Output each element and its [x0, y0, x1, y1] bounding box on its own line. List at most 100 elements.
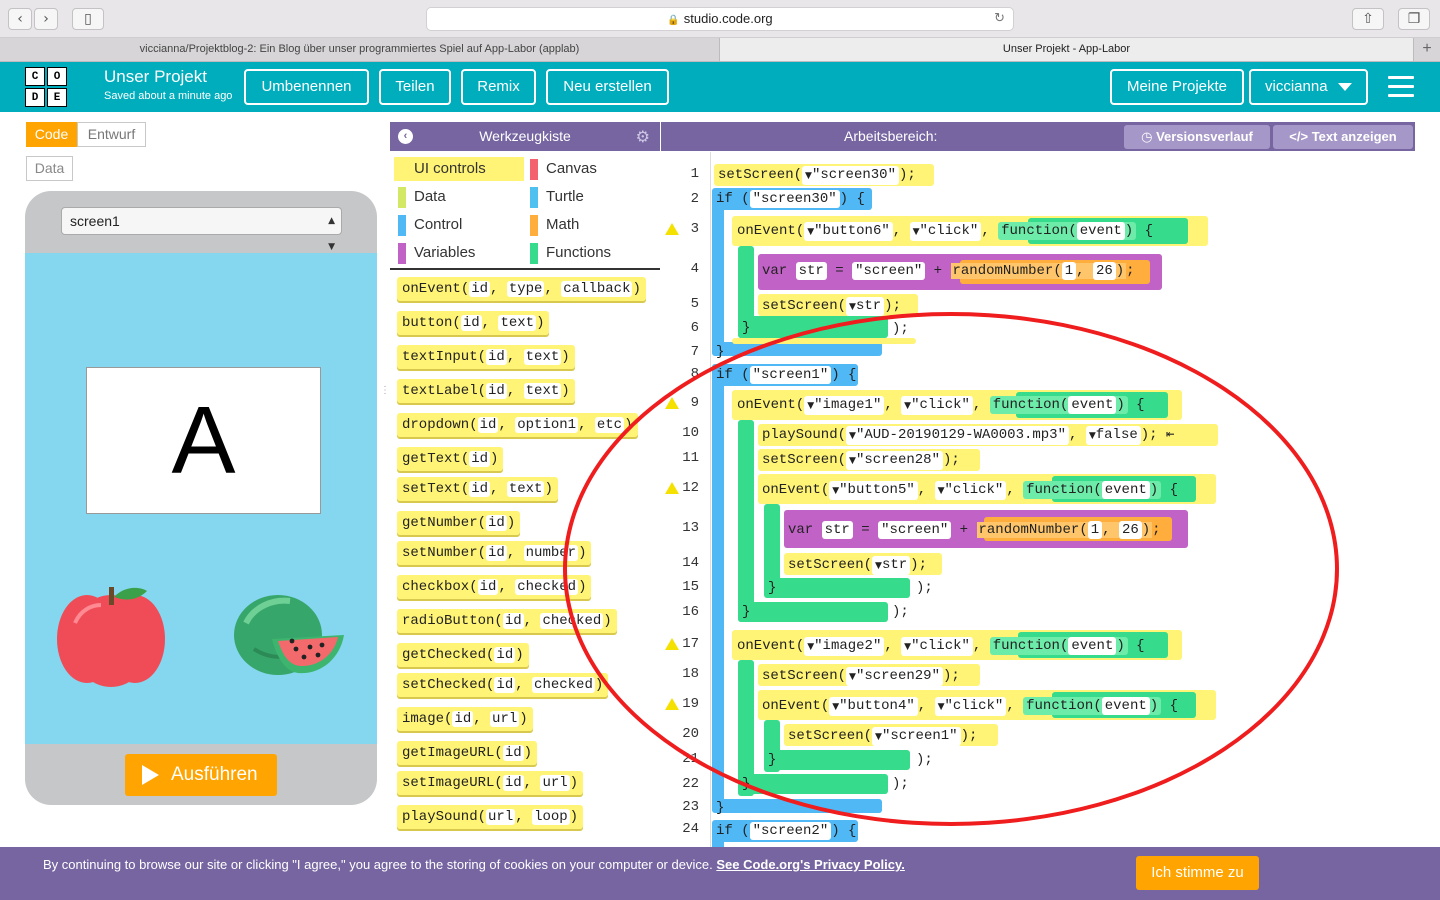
show-text-button[interactable]: </> Text anzeigen: [1273, 125, 1413, 149]
code-token: str: [855, 298, 882, 314]
if-block-body: [712, 192, 724, 350]
toolbox-block[interactable]: getImageURL(id): [397, 741, 538, 765]
line-number: 22: [682, 776, 699, 792]
line-number: 14: [682, 555, 699, 571]
block-argument: id: [486, 383, 507, 399]
warning-icon[interactable]: [665, 223, 679, 235]
toolbox-block[interactable]: dropdown(id, option1, etc): [397, 413, 638, 437]
toolbox-block[interactable]: setNumber(id, number): [397, 541, 592, 565]
agree-button[interactable]: Ich stimme zu: [1136, 856, 1259, 890]
category-math[interactable]: Math: [526, 213, 656, 237]
toolbox-block[interactable]: setChecked(id, checked): [397, 673, 609, 697]
category-label: Functions: [546, 244, 612, 261]
toolbox-block[interactable]: button(id, text): [397, 311, 550, 335]
block-argument: id: [486, 545, 507, 561]
code-token: event: [1068, 637, 1117, 655]
collapse-toolbox-icon[interactable]: ‹: [398, 129, 413, 144]
toolbox-block[interactable]: setImageURL(id, url): [397, 771, 584, 795]
hamburger-menu-icon[interactable]: [1388, 76, 1414, 103]
share-icon[interactable]: ⇧: [1352, 8, 1384, 30]
warning-icon[interactable]: [665, 397, 679, 409]
letter-label[interactable]: A: [86, 367, 321, 514]
browser-tab-blog[interactable]: viccianna/Projektblog-2: Ein Blog über u…: [0, 38, 720, 61]
warning-icon[interactable]: [665, 698, 679, 710]
function-block-footer: [738, 774, 888, 794]
line-number: 23: [682, 799, 699, 815]
code-token: str: [881, 557, 908, 573]
code-mode-toggle[interactable]: Code: [26, 122, 77, 147]
toolbox-block[interactable]: onEvent(id, type, callback): [397, 277, 646, 301]
back-icon[interactable]: ‹: [8, 8, 32, 30]
warning-icon[interactable]: [665, 638, 679, 650]
share-button[interactable]: Teilen: [379, 69, 451, 105]
toolbox-block[interactable]: checkbox(id, checked): [397, 575, 592, 599]
toolbox-block[interactable]: textLabel(id, text): [397, 379, 575, 403]
block-function-name: setText: [402, 481, 461, 497]
data-button[interactable]: Data: [26, 156, 73, 181]
version-history-button[interactable]: ◷ Versionsverlauf: [1124, 125, 1270, 149]
url-text: studio.code.org: [683, 11, 773, 26]
function-block-footer: [764, 578, 910, 598]
apple-image[interactable]: [55, 583, 171, 689]
line-number: 5: [690, 296, 699, 312]
code-token: onEvent: [737, 223, 796, 239]
new-tab-icon[interactable]: +: [1414, 38, 1440, 61]
category-functions[interactable]: Functions: [526, 241, 656, 265]
sidebar-icon[interactable]: ▯: [72, 8, 104, 30]
toolbox-block[interactable]: playSound(url, loop): [397, 805, 584, 829]
address-bar[interactable]: 🔒 studio.code.org ↻: [426, 7, 1014, 31]
resize-handle-icon[interactable]: ⋮: [380, 386, 390, 408]
category-control[interactable]: Control: [394, 213, 524, 237]
new-project-button[interactable]: Neu erstellen: [546, 69, 669, 105]
app-preview-frame: screen1 ▲ ▼ A Ausführen: [25, 191, 377, 805]
toolbox-block[interactable]: getText(id): [397, 447, 504, 471]
dropdown-arrow-icon: ▼: [912, 227, 920, 237]
code-token: event: [1101, 697, 1150, 715]
screen-selector[interactable]: screen1 ▲ ▼: [61, 207, 342, 252]
toolbox-block[interactable]: getNumber(id): [397, 511, 521, 535]
code-token: "click": [911, 397, 970, 413]
forward-icon[interactable]: ›: [34, 8, 58, 30]
rename-button[interactable]: Umbenennen: [244, 69, 369, 105]
category-ui-controls[interactable]: UI controls: [394, 157, 524, 181]
app-header: C O D E Unser Projekt Saved about a minu…: [0, 62, 1440, 112]
run-button[interactable]: Ausführen: [125, 754, 277, 796]
toolbox-block[interactable]: setText(id, text): [397, 477, 558, 501]
tabs-icon[interactable]: ❐: [1398, 8, 1430, 30]
block-function-name: setChecked: [402, 677, 487, 693]
function-block-footer: [738, 316, 888, 338]
dropdown-arrow-icon: ▼: [849, 456, 856, 466]
toolbox-block[interactable]: getChecked(id): [397, 643, 529, 667]
privacy-policy-link[interactable]: See Code.org's Privacy Policy.: [716, 857, 905, 872]
code-workspace[interactable]: setScreen(▼"screen30"); if ("screen30") …: [712, 152, 1415, 847]
remix-button[interactable]: Remix: [461, 69, 536, 105]
block-function-name: setImageURL: [402, 775, 495, 791]
block-function-name: playSound: [402, 809, 478, 825]
function-block-body: [738, 420, 754, 622]
toolbox-block[interactable]: radioButton(id, checked): [397, 609, 617, 633]
watermelon-image[interactable]: [232, 593, 344, 677]
category-variables[interactable]: Variables: [394, 241, 524, 265]
block-function-name: onEvent: [402, 281, 461, 297]
block-function-name: radioButton: [402, 613, 495, 629]
app-screen[interactable]: A: [25, 253, 377, 744]
code-token: "click": [944, 482, 1004, 498]
category-canvas[interactable]: Canvas: [526, 157, 656, 181]
design-mode-toggle[interactable]: Entwurf: [77, 122, 146, 147]
toolbox-block[interactable]: textInput(id, text): [397, 345, 575, 369]
code-token: "click": [919, 223, 979, 239]
reload-icon[interactable]: ↻: [994, 8, 1005, 30]
browser-tab-project[interactable]: Unser Projekt - App-Labor: [720, 38, 1414, 61]
category-data[interactable]: Data: [394, 185, 524, 209]
my-projects-button[interactable]: Meine Projekte: [1110, 69, 1244, 105]
code-org-logo[interactable]: C O D E: [25, 67, 69, 107]
category-turtle[interactable]: Turtle: [526, 185, 656, 209]
code-token: str: [795, 262, 827, 280]
code-token: event: [1076, 222, 1125, 240]
line-number: 18: [682, 666, 699, 682]
toolbox-block[interactable]: image(id, url): [397, 707, 533, 731]
block-argument: id: [502, 775, 524, 791]
user-menu-button[interactable]: viccianna: [1249, 69, 1368, 105]
warning-icon[interactable]: [665, 482, 679, 494]
gear-icon[interactable]: ⚙: [636, 122, 650, 151]
